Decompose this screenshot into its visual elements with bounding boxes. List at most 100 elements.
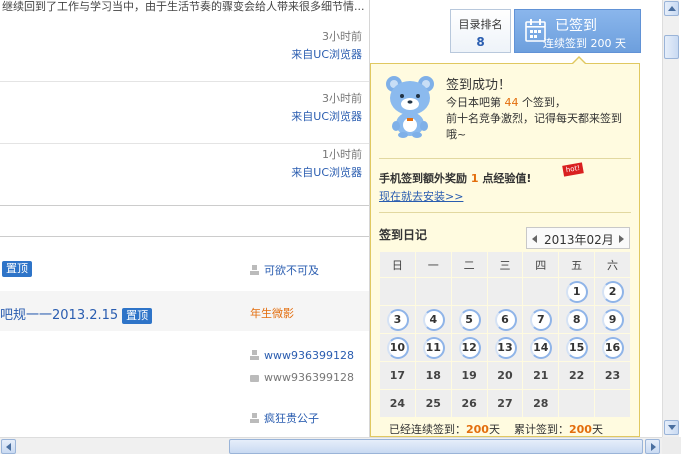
- horizontal-scroll-thumb[interactable]: [229, 439, 643, 454]
- thread-list: 继续回到了工作与学习当中，由于生活节奏的骤变会给人带来很多细节情... 3小时前…: [0, 0, 370, 437]
- reply-item: 3小时前 来自UC浏览器: [0, 20, 369, 82]
- weekday-header: 三: [486, 251, 524, 278]
- topic-author[interactable]: 可欲不可及: [250, 262, 319, 278]
- calendar-day: 14: [522, 333, 560, 362]
- calendar-day-number: 23: [604, 369, 621, 382]
- calendar-day: 1: [558, 277, 596, 306]
- calendar-day: 13: [486, 333, 524, 362]
- topic-author[interactable]: 疯狂贵公子: [250, 410, 319, 426]
- reply-item: 3小时前 来自UC浏览器: [0, 82, 369, 144]
- calendar-day: 15: [558, 333, 596, 362]
- person-icon: [250, 265, 259, 275]
- next-month-icon[interactable]: [619, 235, 624, 243]
- calendar-empty-cell: [450, 277, 488, 306]
- calendar-day: 7: [522, 305, 560, 334]
- today-rank-number: 44: [504, 96, 519, 109]
- topic-title[interactable]: 置顶: [2, 261, 32, 277]
- calendar-empty-cell: [486, 277, 524, 306]
- truncated-post-text: 继续回到了工作与学习当中，由于生活节奏的骤变会给人带来很多细节情...: [2, 0, 365, 13]
- scroll-up-button[interactable]: [664, 1, 679, 16]
- calendar-day: 25: [414, 389, 452, 418]
- sign-calendar: 日一二三四五六 1 2 3 4 5 6 7 8 9 10 11 12 13 14 15 16 17 18 19 20 21…: [379, 251, 631, 418]
- calendar-day: 10: [379, 333, 416, 362]
- calendar-day: 3: [379, 305, 416, 334]
- calendar-day-number: 15: [568, 341, 585, 354]
- reply-time: 3小时前: [322, 30, 362, 43]
- signed-button[interactable]: 已签到 连续签到 200 天: [514, 9, 641, 53]
- calendar-day-number: 9: [608, 313, 617, 326]
- weekday-header: 一: [414, 251, 452, 278]
- streak-text: 连续签到 200 天: [543, 37, 626, 50]
- topic-title[interactable]: 吧规一一2013.2.15 置顶: [0, 304, 153, 324]
- calendar-day-number: 6: [501, 313, 509, 326]
- prev-month-icon[interactable]: [532, 235, 537, 243]
- calendar-day-number: 22: [568, 369, 585, 382]
- calendar-day-number: 2: [608, 285, 617, 298]
- horizontal-scrollbar[interactable]: [0, 437, 662, 454]
- calendar-day-number: 27: [497, 397, 513, 410]
- calendar-day: 18: [414, 361, 452, 390]
- reply-time: 3小时前: [322, 92, 362, 105]
- month-selector: 2013年02月: [526, 227, 630, 249]
- calendar-day-number: 17: [389, 369, 406, 382]
- divider: [379, 212, 631, 213]
- calendar-day-number: 7: [536, 313, 545, 326]
- rank-button[interactable]: 目录排名 8: [450, 9, 511, 53]
- total-days: 200: [568, 423, 592, 436]
- calendar-day-number: 18: [425, 369, 441, 382]
- calendar-day-number: 4: [429, 313, 438, 326]
- bonus-number: 1: [470, 172, 479, 185]
- arrow-right-icon: [651, 443, 656, 451]
- weekday-header: 六: [594, 251, 631, 278]
- sign-success-popup: 签到成功！ 今日本吧第 44 个签到， 前十名竞争激烈，记得每天都来签到 哦~ …: [370, 56, 640, 437]
- calendar-day: 16: [594, 333, 631, 362]
- sign-summary: 已经连续签到：200天 累计签到：200天: [389, 423, 603, 436]
- rank-today-text: 今日本吧第 44 个签到，: [446, 96, 566, 109]
- calendar-day: 9: [594, 305, 631, 334]
- topic-author[interactable]: www936399128: [250, 349, 354, 362]
- success-title: 签到成功！: [446, 78, 512, 93]
- calendar-day: 2: [594, 277, 631, 306]
- arrow-up-icon: [667, 6, 676, 11]
- reply-source-link[interactable]: 来自UC浏览器: [291, 46, 362, 62]
- divider: [0, 236, 369, 237]
- calendar-day: 20: [486, 361, 524, 390]
- hot-badge: hot!: [562, 162, 584, 177]
- install-link[interactable]: 现在就去安装>>: [379, 188, 463, 204]
- arrow-down-icon: [667, 425, 676, 430]
- calendar-day: 12: [450, 333, 488, 362]
- calendar-day-number: 10: [389, 341, 406, 354]
- calendar-day-number: 1: [572, 285, 581, 298]
- encourage-text: 前十名竞争激烈，记得每天都来签到: [446, 112, 622, 125]
- calendar-empty-cell: [594, 389, 631, 418]
- calendar-day-number: 16: [604, 341, 621, 354]
- person-icon: [250, 350, 259, 360]
- sign-panel: 目录排名 8 已签到 连续签到 200 天 签到成功！ 今日本吧第 44 个签到…: [370, 0, 662, 437]
- month-label: 2013年02月: [544, 233, 614, 247]
- calendar-empty-cell: [414, 277, 452, 306]
- arrow-left-icon: [6, 443, 11, 451]
- calendar-day-number: 8: [572, 313, 581, 326]
- scroll-down-button[interactable]: [664, 420, 679, 435]
- reply-source-link[interactable]: 来自UC浏览器: [291, 108, 362, 124]
- calendar-day: 5: [450, 305, 488, 334]
- calendar-day: 4: [414, 305, 452, 334]
- calendar-day: 8: [558, 305, 596, 334]
- vertical-scroll-thumb[interactable]: [664, 35, 679, 59]
- topic-author[interactable]: 年生微影: [250, 305, 294, 321]
- weekday-header: 日: [379, 251, 416, 278]
- signed-label: 已签到: [555, 18, 597, 34]
- person-icon: [250, 413, 259, 423]
- scroll-left-button[interactable]: [1, 439, 16, 454]
- calendar-day: 24: [379, 389, 416, 418]
- reply-source-link[interactable]: 来自UC浏览器: [291, 164, 362, 180]
- scroll-right-button[interactable]: [645, 439, 660, 454]
- topic-row[interactable]: 吧规一一2013.2.15 置顶 年生微影: [0, 291, 369, 331]
- calendar-day-number: 12: [461, 341, 477, 354]
- calendar-day: 21: [522, 361, 560, 390]
- reply-time: 1小时前: [322, 148, 362, 161]
- calendar-day: 26: [450, 389, 488, 418]
- last-replier[interactable]: www936399128: [250, 371, 354, 384]
- calendar-day: 19: [450, 361, 488, 390]
- vertical-scrollbar[interactable]: [662, 0, 679, 437]
